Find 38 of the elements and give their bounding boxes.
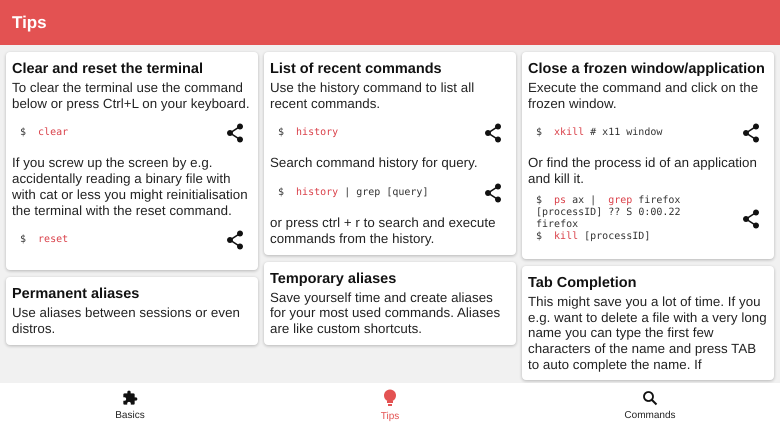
card-title: Tab Completion [528, 274, 638, 293]
tip-text: Search command history for query. [270, 155, 479, 172]
share-icon[interactable] [742, 123, 760, 144]
card-title: Temporary aliases [270, 270, 398, 289]
code-line: [processID] ?? S 0:00.22 [536, 206, 682, 219]
share-icon[interactable] [226, 230, 244, 250]
code-line: $ xkill # x11 window [536, 127, 664, 140]
code-line: $ ps ax | grep firefox [536, 194, 682, 207]
tip-text: or press ctrl + r to search and execute commands from the history. [270, 215, 497, 247]
nav-tab[interactable]: Tips [260, 383, 520, 429]
card-title: Permanent aliases [12, 285, 140, 304]
code-line: firefox [536, 218, 580, 231]
code-line: $ clear [20, 127, 70, 140]
card-title: Clear and reset the terminal [12, 60, 204, 79]
nav-tab[interactable]: Commands [520, 383, 780, 429]
code-line: $ kill [processID] [536, 230, 652, 243]
code-line: $ history | grep [query] [278, 187, 430, 200]
search-icon [642, 390, 658, 406]
tip-text: Or find the process id of an application and kill it. [528, 155, 758, 187]
card-title: List of recent commands [270, 60, 443, 79]
tip-text: Execute the command and click on the frozen window. [528, 80, 760, 112]
app-bar-title: Tips [12, 12, 47, 34]
tip-text: Use the history command to list all recent commands. [270, 80, 476, 112]
share-icon[interactable] [484, 183, 502, 204]
tip-text: If you screw up the screen by e.g. accidentally reading a binary file with with cat or less you might reinitialisation the terminal with the reset command. [12, 155, 249, 218]
lightbulb-icon [382, 388, 398, 406]
nav-tab[interactable]: Basics [0, 383, 260, 429]
tip-text: Save yourself time and create aliases for your most used commands. Aliases are like custom shortcuts. [270, 290, 502, 337]
tip-text: Use aliases between sessions or even distros. [12, 305, 241, 337]
share-icon[interactable] [484, 123, 502, 144]
tip-text: To clear the terminal use the command below or press Ctrl+L on your keyboard. [12, 80, 251, 112]
tip-text: This might save you a lot of time. If you e.g. want to delete a file with a very long name you can type the first few characters of the name and press TAB to auto complete the name. If [528, 294, 768, 372]
puzzle-icon [122, 390, 138, 406]
share-icon[interactable] [742, 208, 760, 229]
code-line: $ history [278, 127, 340, 140]
card-title: Close a frozen window/application [528, 60, 766, 79]
code-line: $ reset [20, 234, 70, 246]
share-icon[interactable] [226, 123, 244, 144]
